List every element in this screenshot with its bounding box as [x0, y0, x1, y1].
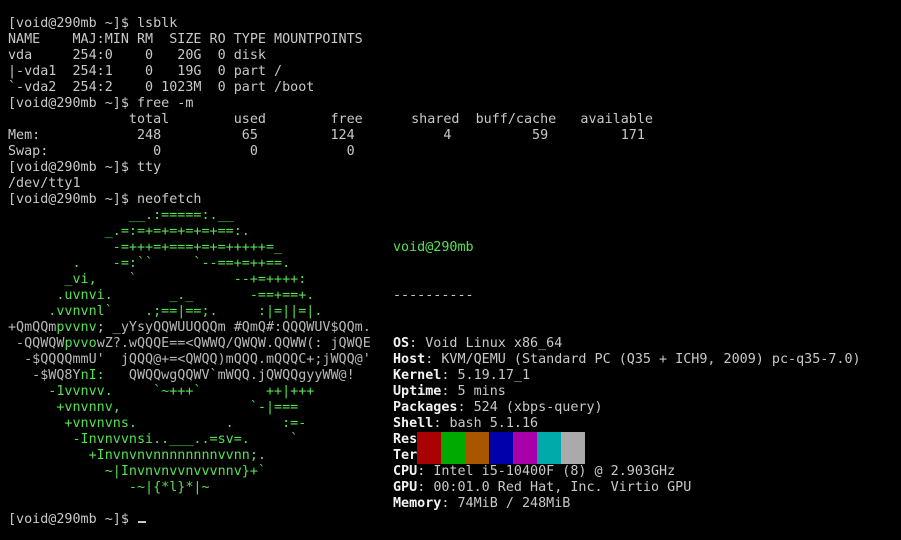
logo-line: +Invnvnvnnnnnnnnvvnn;.: [8, 448, 371, 464]
info-value: 5 mins: [457, 384, 506, 399]
color-swatch: [417, 432, 441, 464]
info-row-cpu: CPU: Intel i5-10400F (8) @ 2.903GHz: [393, 464, 676, 479]
logo-segment: ; _yYsyQQWUUQQQm #QmQ#:QQQWUV$QQm.: [96, 320, 371, 335]
info-value: KVM/QEMU (Standard PC (Q35 + ICH9, 2009)…: [441, 352, 861, 367]
info-key: GPU: [393, 480, 418, 495]
logo-segment: -QQWQW: [8, 336, 65, 351]
logo-line: +vnvnnv, `-|===: [8, 400, 371, 416]
logo-line: _vi, ` --+=++++:: [8, 272, 371, 288]
logo-line: . -=:`` `--==+=++==.: [8, 256, 371, 272]
system-info-panel: void@290mb ---------- OS: Void Linux x86…: [393, 208, 861, 540]
color-swatch: [441, 432, 465, 464]
color-swatch: [513, 432, 537, 464]
info-row-uptime: Uptime: 5 mins: [393, 384, 506, 399]
info-key: OS: [393, 336, 410, 351]
logo-segment: _vi, ` --+=++++:: [8, 272, 307, 287]
logo-segment: .uvnvi. _._ -==+==+.: [8, 288, 315, 303]
logo-segment: __.:=====:.__: [8, 208, 234, 223]
logo-line: -1vvnvv. `~+++` ++|+++: [8, 384, 371, 400]
terminal-line: [void@290mb ~]$ lsblk: [8, 16, 178, 31]
logo-line: -QQWQWpvvowZ?.wQQQE==<QWWQ/QWQW.QQWW(: j…: [8, 336, 371, 352]
terminal-line: total used free shared buff/cache availa…: [8, 112, 653, 127]
logo-segment: . -=:`` `--==+=++==.: [8, 256, 291, 271]
info-key: Uptime: [393, 384, 442, 399]
terminal-line: [void@290mb ~]$ tty: [8, 160, 162, 175]
logo-segment: -=+++=+===+=+=+++++=_: [8, 240, 283, 255]
terminal-line: Swap: 0 0 0: [8, 144, 355, 159]
logo-segment: _.=:=+=+=+=+=+==:.: [8, 224, 250, 239]
text-cursor: [138, 521, 146, 523]
logo-segment: +QmQQm: [8, 320, 57, 335]
info-value: 00:01.0 Red Hat, Inc. Virtio GPU: [433, 480, 692, 495]
info-row-host: Host: KVM/QEMU (Standard PC (Q35 + ICH9,…: [393, 352, 861, 367]
logo-line: _.=:=+=+=+=+=+==:.: [8, 224, 371, 240]
color-palette: [417, 432, 585, 464]
terminal-screen[interactable]: [void@290mb ~]$ lsblk NAME MAJ:MIN RM SI…: [0, 0, 901, 540]
info-value: 5.19.17_1: [457, 368, 531, 383]
logo-line: -~|{*l}*|~: [8, 480, 371, 496]
prompt-text: [void@290mb ~]$: [8, 512, 137, 527]
info-key: Kernel: [393, 368, 442, 383]
logo-segment: nI:: [80, 368, 105, 383]
terminal-line: [void@290mb ~]$ free -m: [8, 96, 194, 111]
info-row-os: OS: Void Linux x86_64: [393, 336, 563, 351]
info-key: Host: [393, 352, 426, 367]
info-key: Packages: [393, 400, 458, 415]
logo-line: .vvnvnl` .;==|==;. :|=||=|.: [8, 304, 371, 320]
logo-segment: ~|Invnvnvvnvvvnnv}+`: [8, 464, 266, 479]
color-swatch: [465, 432, 489, 464]
logo-segment: pvvo: [64, 336, 97, 351]
info-value: 74MiB / 248MiB: [457, 496, 571, 511]
logo-line: +QmQQmpvvnv; _yYsyQQWUUQQQm #QmQ#:QQQWUV…: [8, 320, 371, 336]
logo-segment: +Invnvnvnnnnnnnnvvnn;.: [8, 448, 266, 463]
logo-line: .uvnvi. _._ -==+==+.: [8, 288, 371, 304]
command-prompt[interactable]: [void@290mb ~]$: [8, 512, 146, 528]
info-row-shell: Shell: bash 5.1.16: [393, 416, 539, 431]
logo-segment: QWQQwgQQWV`mWQQ.jQWQQgyyWW@!: [104, 368, 355, 383]
info-fields: OS: Void Linux x86_64 Host: KVM/QEMU (Sta…: [393, 336, 861, 512]
terminal-line: `-vda2 254:2 0 1023M 0 part /boot: [8, 80, 315, 95]
color-swatch: [561, 432, 585, 464]
info-row-gpu: GPU: 00:01.0 Red Hat, Inc. Virtio GPU: [393, 480, 692, 495]
terminal-line: /dev/tty1: [8, 176, 81, 191]
title-separator: ----------: [393, 288, 474, 303]
logo-line: +vnvnvns. . :=-: [8, 416, 371, 432]
info-row-memory: Memory: 74MiB / 248MiB: [393, 496, 571, 511]
logo-segment: -$QQQQmmU' jQQQ@+=<QWQQ)mQQQ.mQQQC+;jWQQ…: [8, 352, 371, 367]
info-key: Memory: [393, 496, 442, 511]
info-value: 524 (xbps-query): [473, 400, 603, 415]
info-value: bash 5.1.16: [449, 416, 539, 431]
logo-line: -$WQ8YnI: QWQQwgQQWV`mWQQ.jQWQQgyyWW@!: [8, 368, 371, 384]
logo-line: ~|Invnvnvvnvvvnnv}+`: [8, 464, 371, 480]
logo-segment: +vnvnnv, `-|===: [8, 400, 299, 415]
logo-segment: -$WQ8Y: [8, 368, 81, 383]
logo-segment: -Invnvvnsi..___..=sv=. `: [8, 432, 299, 447]
logo-segment: -~|{*l}*|~: [8, 480, 210, 495]
logo-line: __.:=====:.__: [8, 208, 371, 224]
info-key: Shell: [393, 416, 434, 431]
logo-segment: pvvnv: [56, 320, 97, 335]
color-swatch: [489, 432, 513, 464]
logo-segment: -1vvnvv. `~+++` ++|+++: [8, 384, 315, 399]
terminal-line: |-vda1 254:1 0 19G 0 part /: [8, 64, 283, 79]
logo-segment: wZ?.wQQQE==<QWWQ/QWQW.QQWW(: jQWQE: [96, 336, 371, 351]
info-row-kernel: Kernel: 5.19.17_1: [393, 368, 531, 383]
info-key: CPU: [393, 464, 418, 479]
info-value: Void Linux x86_64: [425, 336, 563, 351]
logo-line: -$QQQQmmU' jQQQ@+=<QWQQ)mQQQ.mQQQC+;jWQQ…: [8, 352, 371, 368]
void-linux-ascii-logo: __.:=====:.__ _.=:=+=+=+=+=+==:. -=+++=+…: [8, 208, 371, 496]
terminal-line: vda 254:0 0 20G 0 disk: [8, 48, 266, 63]
info-value: Intel i5-10400F (8) @ 2.903GHz: [433, 464, 676, 479]
terminal-line: NAME MAJ:MIN RM SIZE RO TYPE MOUNTPOINTS: [8, 32, 363, 47]
logo-segment: +vnvnvns. . :=-: [8, 416, 307, 431]
logo-segment: .vvnvnl` .;==|==;. :|=||=|.: [8, 304, 323, 319]
terminal-line: Mem: 248 65 124 4 59 171: [8, 128, 645, 143]
logo-line: -=+++=+===+=+=+++++=_: [8, 240, 371, 256]
logo-line: -Invnvvnsi..___..=sv=. `: [8, 432, 371, 448]
info-row-packages: Packages: 524 (xbps-query): [393, 400, 603, 415]
terminal-line: [void@290mb ~]$ neofetch: [8, 192, 202, 207]
user-host-title: void@290mb: [393, 240, 474, 255]
color-swatch: [537, 432, 561, 464]
